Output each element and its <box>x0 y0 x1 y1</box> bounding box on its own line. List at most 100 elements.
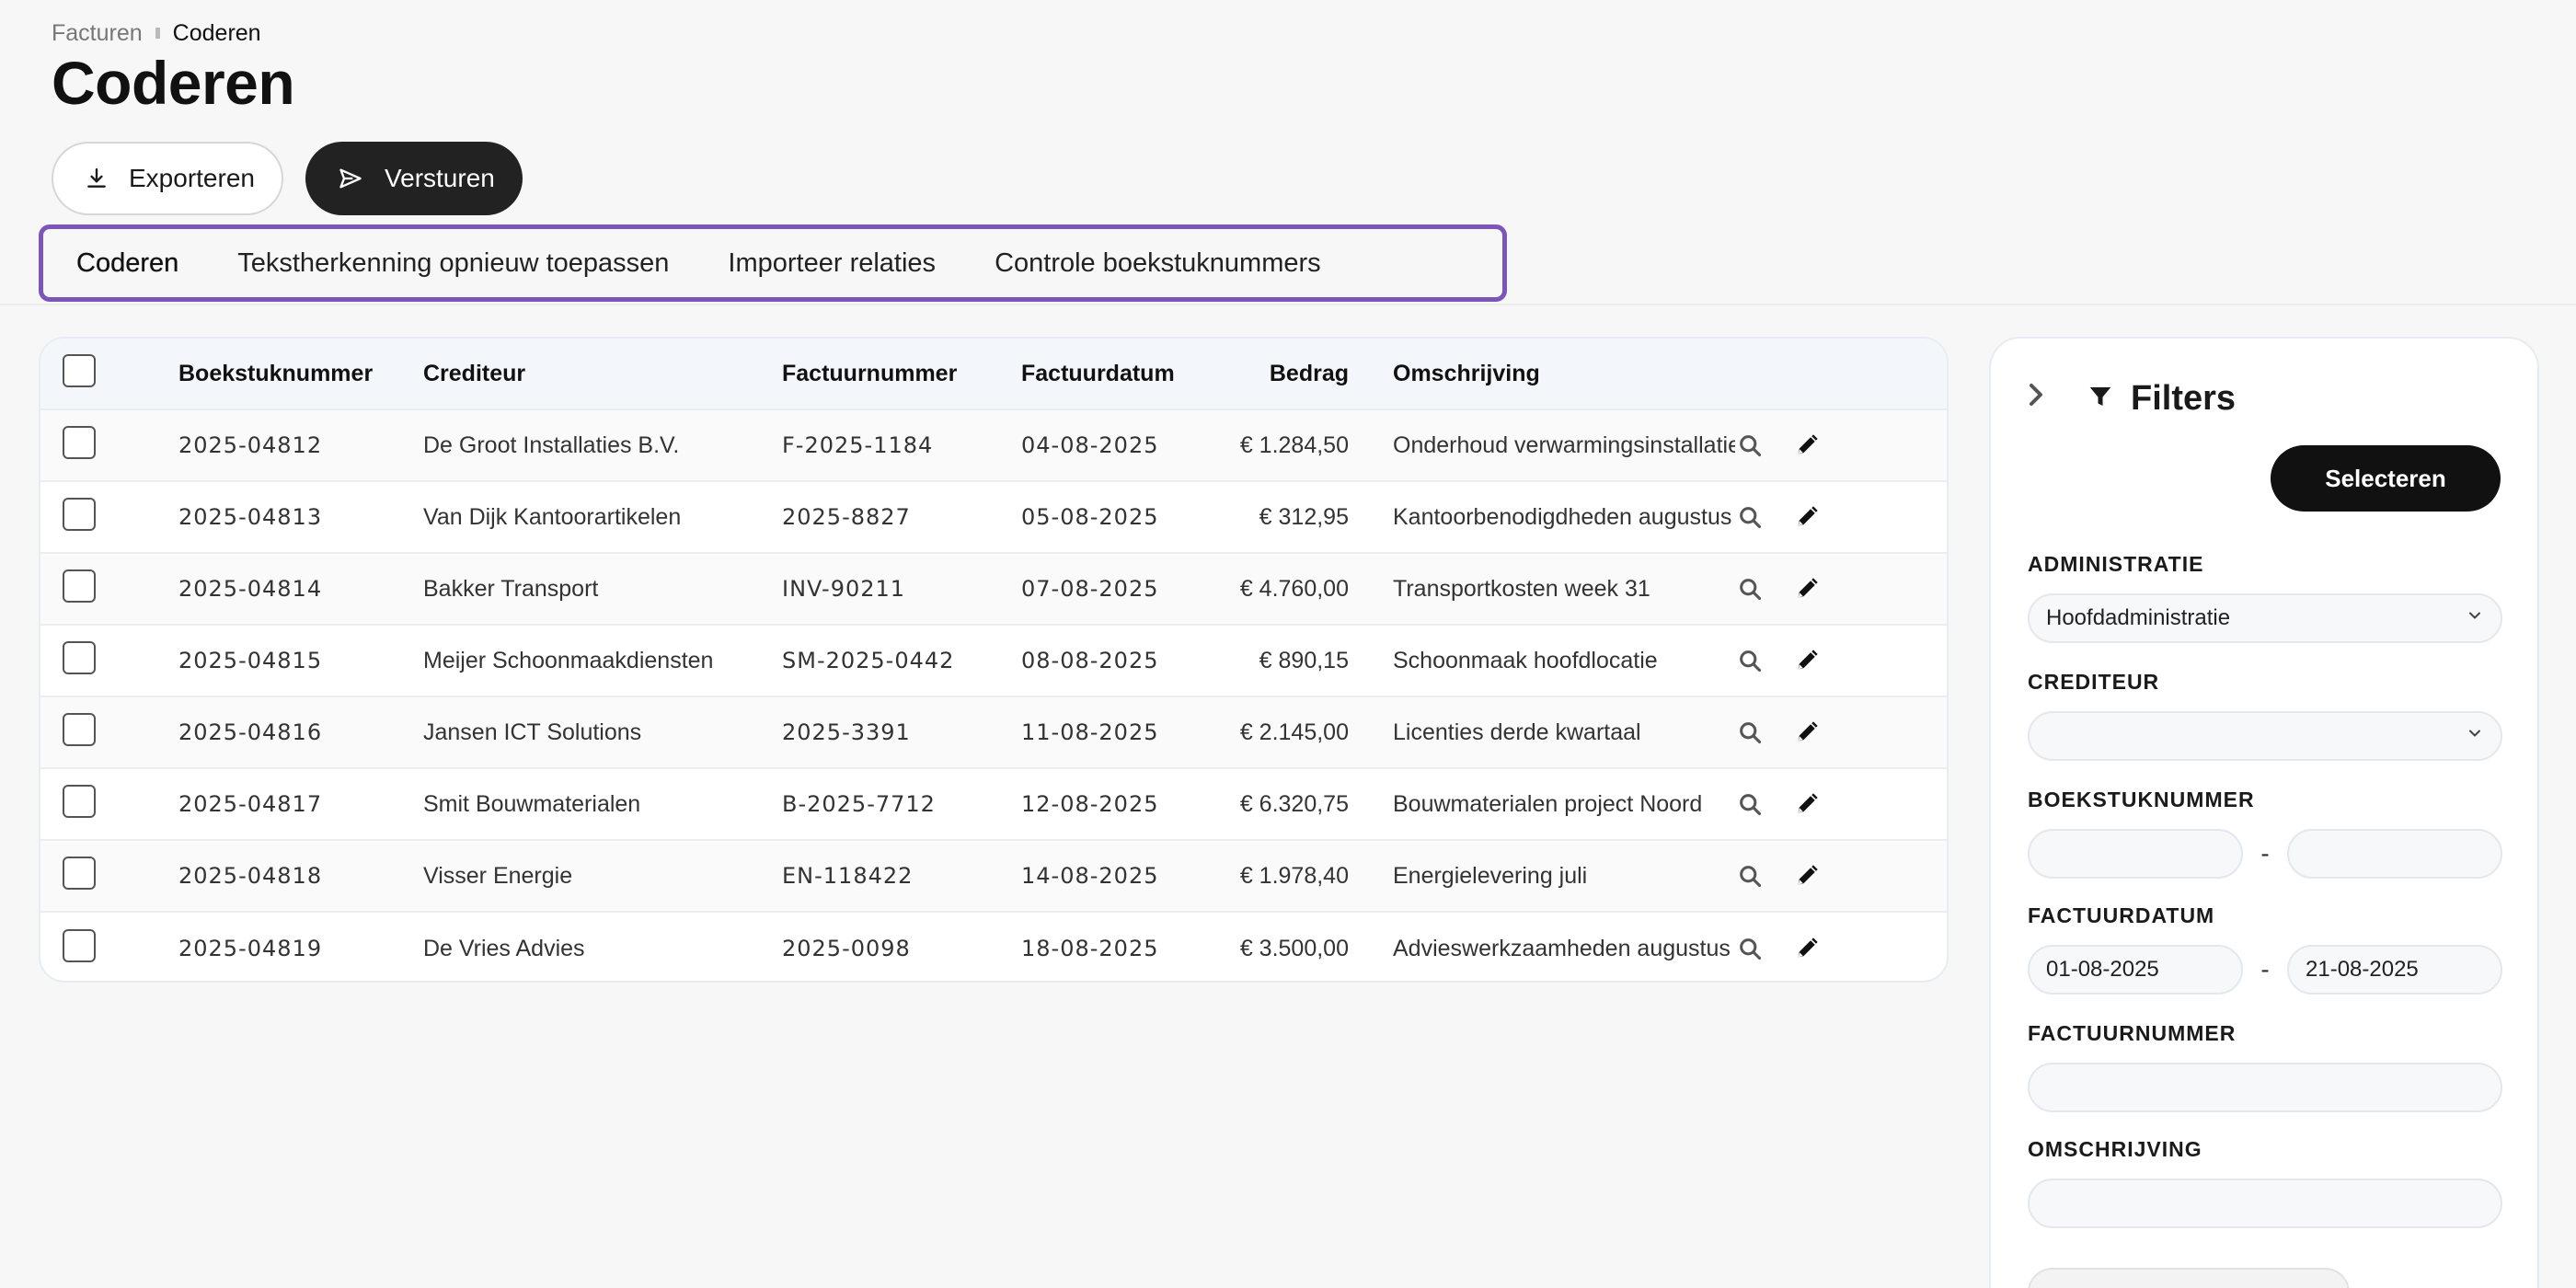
cell-boekstuknummer: 2025-04819 <box>178 936 323 961</box>
row-checkbox-cell <box>40 425 178 466</box>
cell-factuurnummer: 2025-8827 <box>782 504 911 530</box>
chevron-down-icon <box>2466 723 2484 749</box>
header-factuurdatum[interactable]: Factuurdatum <box>1021 361 1196 387</box>
search-icon[interactable] <box>1735 646 1765 675</box>
cell-boekstuknummer: 2025-04818 <box>178 863 323 889</box>
row-checkbox[interactable] <box>63 856 96 890</box>
row-checkbox[interactable] <box>63 928 96 962</box>
cell-factuurdatum: 11-08-2025 <box>1021 719 1159 745</box>
pencil-icon[interactable] <box>1792 646 1822 675</box>
header-omschrijving[interactable]: Omschrijving <box>1349 361 1735 387</box>
cell-factuurnummer: 2025-3391 <box>782 719 911 745</box>
omschrijving-input[interactable] <box>2028 1179 2502 1228</box>
cell-crediteur: Van Dijk Kantoorartikelen <box>423 503 682 530</box>
cell-bedrag: € 4.760,00 <box>1239 575 1349 602</box>
tab-tekstherkenning[interactable]: Tekstherkenning opnieuw toepassen <box>237 248 669 279</box>
factuurnummer-input[interactable] <box>2028 1063 2502 1112</box>
crediteur-select[interactable] <box>2028 711 2502 761</box>
filter-label-omschrijving: OMSCHRIJVING <box>2028 1137 2202 1161</box>
row-checkbox[interactable] <box>63 640 96 674</box>
search-icon[interactable] <box>1735 574 1765 604</box>
breadcrumb: Facturen Coderen <box>52 20 261 47</box>
row-checkbox[interactable] <box>63 425 96 459</box>
cell-bedrag: € 6.320,75 <box>1239 790 1349 817</box>
boekstuknummer-from-input[interactable] <box>2028 829 2243 879</box>
search-icon[interactable] <box>1735 861 1765 891</box>
chevron-right-icon[interactable] <box>2022 381 2050 408</box>
pencil-icon[interactable] <box>1792 502 1822 532</box>
header-checkbox-cell <box>40 353 178 394</box>
cell-crediteur: De Vries Advies <box>423 935 585 961</box>
cell-factuurdatum: 05-08-2025 <box>1021 504 1159 530</box>
pencil-icon[interactable] <box>1792 934 1822 963</box>
factuurdatum-to-input[interactable]: 21-08-2025 <box>2287 945 2502 995</box>
tab-controle-boekstuknummers[interactable]: Controle boekstuknummers <box>995 248 1321 279</box>
table-row[interactable]: 2025-04818 Visser Energie EN-118422 14-08-2… <box>40 841 1947 913</box>
factuurdatum-from-input[interactable]: 01-08-2025 <box>2028 945 2243 995</box>
send-button[interactable]: Versturen <box>305 142 523 215</box>
header-bedrag[interactable]: Bedrag <box>1196 361 1349 387</box>
search-icon[interactable] <box>1735 718 1765 747</box>
cell-factuurdatum: 04-08-2025 <box>1021 432 1159 458</box>
administratie-value: Hoofdadministratie <box>2046 605 2231 630</box>
header-factuurnummer[interactable]: Factuurnummer <box>782 361 1021 387</box>
page: Facturen Coderen Coderen Exporteren Vers… <box>0 0 2576 1288</box>
send-icon <box>337 165 364 192</box>
row-checkbox[interactable] <box>63 784 96 818</box>
search-icon[interactable] <box>1735 789 1765 819</box>
cell-factuurnummer: 2025-0098 <box>782 936 911 961</box>
range-separator: - <box>2260 955 2270 983</box>
filter-crediteur: CREDITEUR <box>2028 670 2502 761</box>
header-crediteur[interactable]: Crediteur <box>423 361 782 387</box>
cell-omschrijving: Licenties derde kwartaal <box>1393 719 1641 745</box>
breadcrumb-link-facturen[interactable]: Facturen <box>52 20 143 47</box>
tab-importeer-relaties[interactable]: Importeer relaties <box>728 248 936 279</box>
pencil-icon[interactable] <box>1792 861 1822 891</box>
select-button[interactable]: Selecteren <box>2271 445 2501 512</box>
row-checkbox[interactable] <box>63 712 96 746</box>
chevron-down-icon <box>2466 605 2484 631</box>
more-filters-chip[interactable] <box>2028 1268 2350 1288</box>
cell-omschrijving: Bouwmaterialen project Noord <box>1393 790 1703 817</box>
table-row[interactable]: 2025-04813 Van Dijk Kantoorartikelen 2025-… <box>40 482 1947 554</box>
filters-header: Filters <box>2087 379 2236 419</box>
tab-coderen[interactable]: Coderen <box>76 248 178 279</box>
cell-bedrag: € 1.978,40 <box>1239 862 1349 889</box>
pencil-icon[interactable] <box>1792 789 1822 819</box>
table-row[interactable]: 2025-04814 Bakker Transport INV-90211 07-08… <box>40 554 1947 626</box>
row-checkbox-cell <box>40 640 178 681</box>
search-icon[interactable] <box>1735 431 1765 460</box>
filter-factuurnummer: FACTUURNUMMER <box>2028 1021 2502 1112</box>
tabs-divider <box>0 304 2576 305</box>
table-row[interactable]: 2025-04812 De Groot Installaties B.V. F-20… <box>40 410 1947 482</box>
cell-crediteur: Jansen ICT Solutions <box>423 719 642 745</box>
cell-factuurnummer: EN-118422 <box>782 863 914 889</box>
row-checkbox[interactable] <box>63 497 96 531</box>
boekstuknummer-range: - <box>2028 829 2502 879</box>
search-icon[interactable] <box>1735 934 1765 963</box>
row-checkbox[interactable] <box>63 569 96 603</box>
export-button[interactable]: Exporteren <box>52 142 283 215</box>
administratie-select[interactable]: Hoofdadministratie <box>2028 593 2502 643</box>
cell-factuurdatum: 12-08-2025 <box>1021 791 1159 817</box>
select-all-checkbox[interactable] <box>63 353 96 387</box>
cell-boekstuknummer: 2025-04816 <box>178 719 323 745</box>
row-checkbox-cell <box>40 928 178 969</box>
table-row[interactable]: 2025-04816 Jansen ICT Solutions 2025-3391 1… <box>40 697 1947 769</box>
row-actions <box>1735 718 1855 747</box>
filter-administratie: ADMINISTRATIE Hoofdadministratie <box>2028 552 2502 643</box>
pencil-icon[interactable] <box>1792 718 1822 747</box>
search-icon[interactable] <box>1735 502 1765 532</box>
row-actions <box>1735 861 1855 891</box>
boekstuknummer-to-input[interactable] <box>2287 829 2502 879</box>
header-boekstuknummer[interactable]: Boekstuknummer <box>178 361 423 387</box>
row-actions <box>1735 789 1855 819</box>
cell-omschrijving: Schoonmaak hoofdlocatie <box>1393 647 1658 673</box>
row-checkbox-cell <box>40 856 178 896</box>
table-row[interactable]: 2025-04817 Smit Bouwmaterialen B-2025-7712… <box>40 769 1947 841</box>
pencil-icon[interactable] <box>1792 574 1822 604</box>
pencil-icon[interactable] <box>1792 431 1822 460</box>
filter-label-boekstuknummer: BOEKSTUKNUMMER <box>2028 788 2255 811</box>
table-row[interactable]: 2025-04815 Meijer Schoonmaakdiensten SM-20… <box>40 626 1947 697</box>
table-row[interactable]: 2025-04819 De Vries Advies 2025-0098 18-08-… <box>40 913 1947 981</box>
